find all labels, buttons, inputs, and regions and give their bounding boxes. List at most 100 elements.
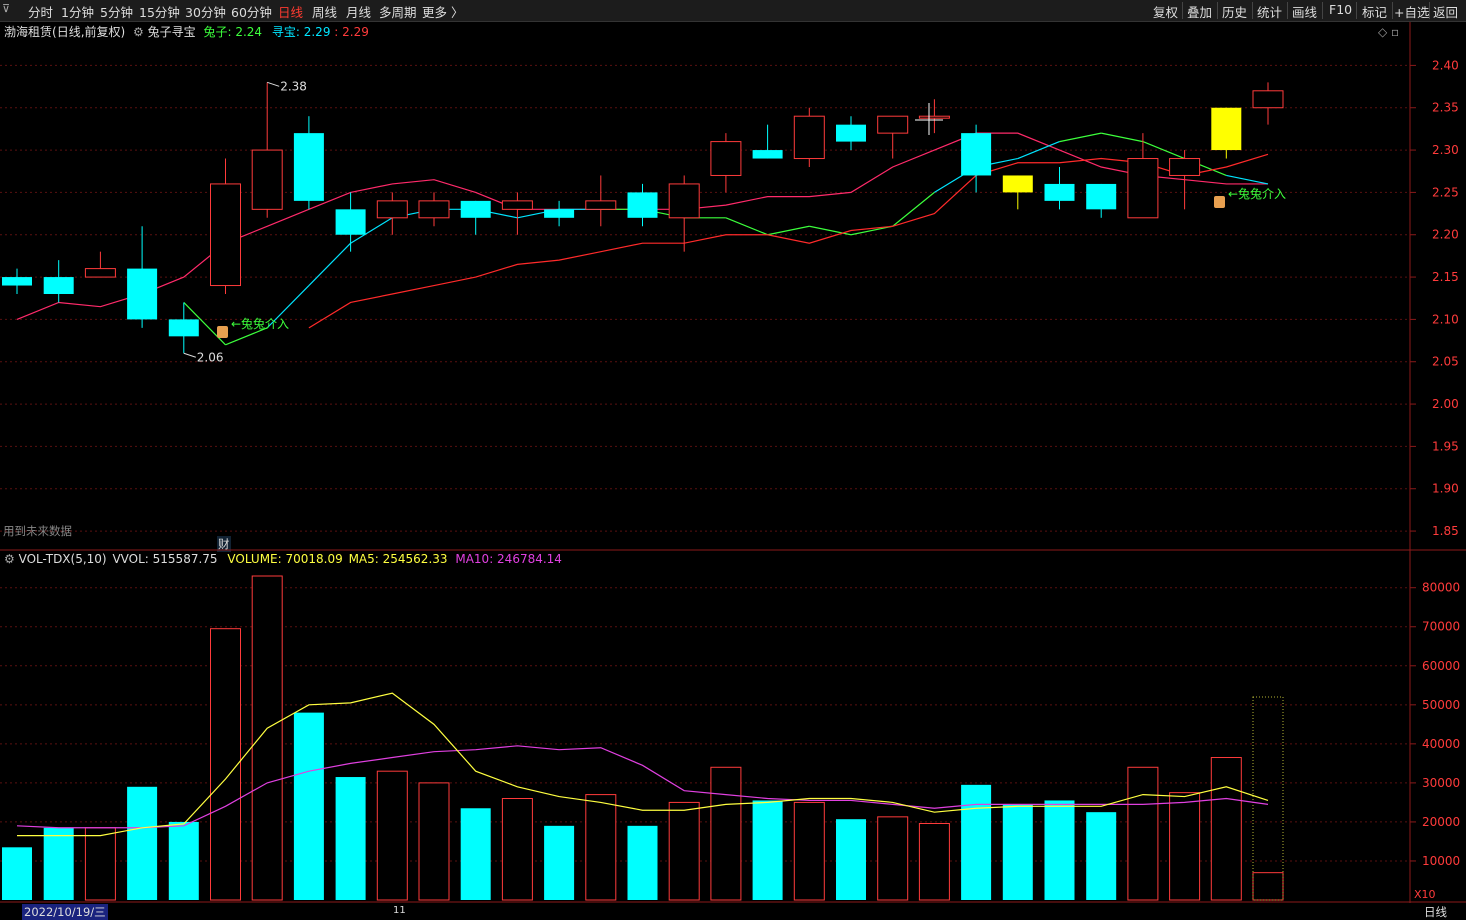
- draw-button[interactable]: 画线: [1292, 2, 1317, 21]
- date-axis: 2022/10/19/三 11 日线: [0, 903, 1466, 920]
- low-price-label: 2.06: [197, 350, 224, 364]
- overlay-button[interactable]: 叠加: [1187, 2, 1212, 21]
- period-tab-active[interactable]: 日线: [278, 2, 303, 21]
- indicator-name[interactable]: 兔子寻宝: [148, 25, 196, 39]
- volume-bar: [127, 786, 158, 900]
- high-price-label: 2.38: [280, 79, 307, 93]
- panel-controls-icon[interactable]: ◇ ▫: [1378, 25, 1399, 39]
- volume-bar: [2, 847, 32, 900]
- candle-body: [293, 133, 324, 201]
- volume-tick-label: 40000: [1422, 737, 1460, 751]
- high-pointer: [267, 81, 280, 87]
- volume-bar: [918, 822, 950, 901]
- period-tab[interactable]: 多周期: [379, 2, 417, 21]
- ma10-value: MA10: 246784.14: [455, 552, 562, 566]
- volume-bar: [418, 782, 450, 901]
- more-menu[interactable]: 更多 〉: [422, 2, 463, 21]
- ma-short-line: [1101, 132, 1144, 143]
- f10-button[interactable]: F10: [1329, 2, 1352, 17]
- price-panel-title: 渤海租赁(日线,前复权) ⚙ 兔子寻宝 兔子: 2.24 寻宝: 2.29 : …: [4, 25, 369, 39]
- ma-short-line: [725, 217, 768, 236]
- ma-short-line: [809, 225, 852, 236]
- period-tab[interactable]: 月线: [346, 2, 371, 21]
- price-tick-label: 2.40: [1432, 58, 1459, 72]
- indicator-third-value: 2.29: [342, 25, 369, 39]
- period-tab[interactable]: 分时: [28, 2, 53, 21]
- price-tick-label: 2.10: [1432, 312, 1459, 326]
- volume-value: VOLUME: 70018.09: [227, 552, 343, 566]
- period-label: 日线: [1424, 905, 1447, 919]
- price-tick-label: 1.90: [1432, 482, 1459, 496]
- candle-body: [84, 268, 116, 278]
- ma-short-line: [225, 327, 268, 346]
- signal-label: ←兔兔介入: [1228, 186, 1286, 201]
- candle-body: [793, 115, 825, 160]
- volume-bar: [1127, 766, 1159, 901]
- period-tab[interactable]: 周线: [312, 2, 337, 21]
- candle-body: [544, 209, 575, 218]
- volume-bar: [1210, 757, 1242, 901]
- period-tab[interactable]: 1分钟: [61, 2, 94, 21]
- period-tab[interactable]: 15分钟: [139, 2, 180, 21]
- indicator-rabbit-value: 兔子: 2.24: [203, 25, 263, 39]
- candle-body: [668, 183, 700, 219]
- fuquan-button[interactable]: 复权: [1153, 2, 1178, 21]
- add-watchlist-button[interactable]: +自选: [1394, 2, 1429, 21]
- ma-short-line: [392, 208, 435, 219]
- period-tab[interactable]: 30分钟: [185, 2, 226, 21]
- candle-body: [1252, 90, 1284, 109]
- ma-short-line: [767, 225, 810, 236]
- candle-body: [168, 319, 199, 337]
- candle-body: [460, 200, 491, 218]
- volume-tick-label: 10000: [1422, 854, 1460, 868]
- candle-body: [710, 141, 742, 176]
- volume-bar: [1252, 872, 1284, 901]
- candle-body: [1002, 175, 1033, 193]
- volume-tick-label: 60000: [1422, 659, 1460, 673]
- price-tick-label: 2.00: [1432, 397, 1459, 411]
- volume-bar: [335, 777, 366, 900]
- volume-gear-icon[interactable]: ⚙: [4, 552, 15, 566]
- history-button[interactable]: 历史: [1222, 2, 1247, 21]
- finance-marker[interactable]: 财: [217, 536, 231, 552]
- volume-bar: [1169, 792, 1201, 901]
- candle-body: [752, 150, 783, 159]
- candle-body: [1211, 107, 1242, 151]
- restore-icon[interactable]: ⊽: [2, 2, 10, 15]
- candle-body: [877, 115, 909, 134]
- back-button[interactable]: 返回: [1433, 2, 1458, 21]
- kline-chart[interactable]: 2.40 2.35 2.30 2.25 2.20 2.15 2.10 2.05 2.00 1.95…: [0, 0, 1466, 920]
- volume-bar: [84, 827, 116, 901]
- candle-body: [501, 200, 533, 210]
- volume-indicator-name[interactable]: VOL-TDX(5,10): [19, 552, 107, 566]
- candle-body: [251, 149, 283, 210]
- price-tick-label: 2.35: [1432, 101, 1459, 115]
- ma-short-line: [1226, 174, 1269, 185]
- volume-bar: [1002, 804, 1033, 900]
- candle-body: [2, 277, 32, 286]
- indicator-treasure-value: 寻宝: 2.29: [271, 25, 331, 39]
- volume-bar: [1044, 800, 1075, 900]
- candle-body: [836, 124, 866, 142]
- candle-body: [418, 200, 450, 219]
- candle-body: [918, 115, 950, 119]
- candle-body: [210, 183, 241, 287]
- month-mark: 11: [393, 905, 406, 916]
- volume-bar: [793, 801, 825, 901]
- stats-button[interactable]: 统计: [1257, 2, 1282, 21]
- volume-tick-label: 50000: [1422, 698, 1460, 712]
- volume-ma10-line: [16, 745, 1269, 829]
- ma-short-line: [475, 208, 518, 219]
- mark-button[interactable]: 标记: [1362, 2, 1387, 21]
- candle-body: [1127, 158, 1159, 219]
- future-data-note: 用到未来数据: [3, 524, 72, 538]
- candle-body: [1169, 158, 1201, 176]
- period-tab[interactable]: 60分钟: [231, 2, 272, 21]
- indicator-gear-icon[interactable]: ⚙: [133, 25, 144, 39]
- ma-short-line: [934, 166, 977, 193]
- volume-bar: [668, 801, 700, 901]
- period-tab[interactable]: 5分钟: [100, 2, 133, 21]
- price-tick-label: 2.15: [1432, 270, 1459, 284]
- volume-bar: [43, 827, 74, 900]
- ma-short-line: [975, 157, 1018, 168]
